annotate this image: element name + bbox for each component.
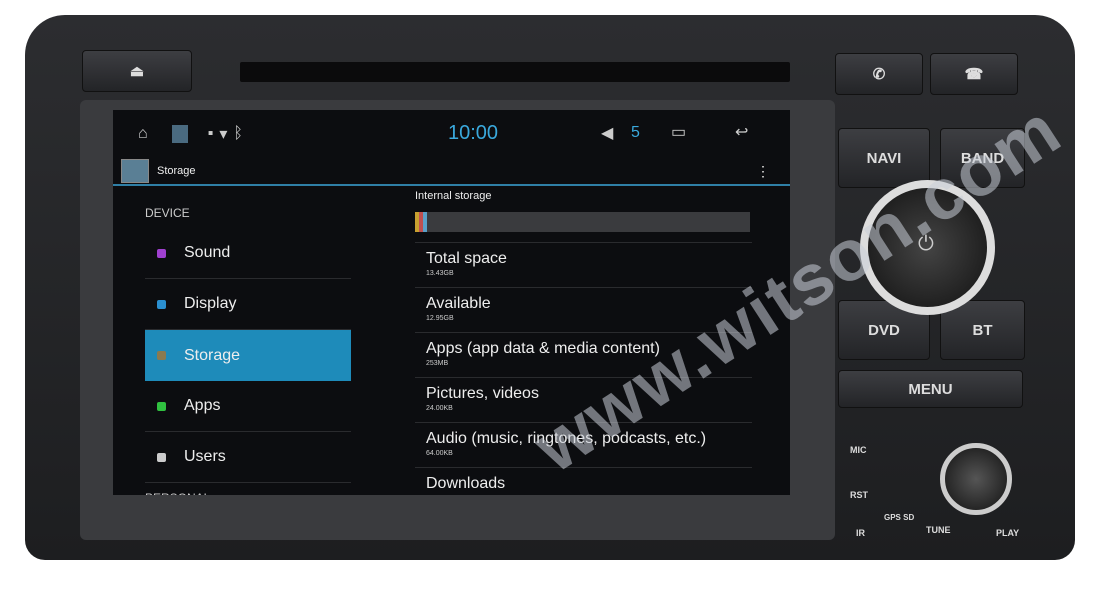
users-icon bbox=[157, 452, 166, 462]
row-title: Total space bbox=[426, 250, 507, 267]
sidebar-item-label: Sound bbox=[184, 244, 231, 261]
wifi-icon: ▾ bbox=[219, 126, 228, 143]
rst-label: RST bbox=[850, 490, 868, 500]
category-device: DEVICE bbox=[145, 206, 190, 220]
sidebar-item-sound[interactable]: Sound bbox=[145, 228, 351, 279]
usb-icon: ▪ bbox=[207, 125, 214, 142]
disc-slot bbox=[240, 62, 790, 82]
page-title: Storage bbox=[157, 165, 196, 177]
back-icon[interactable]: ↩ bbox=[735, 122, 748, 142]
sidebar-item-label: Storage bbox=[184, 346, 241, 364]
action-bar: Storage ⋮ bbox=[113, 158, 790, 186]
row-value: 13.43GB bbox=[426, 270, 454, 277]
android-screen: ⌂ ▪ ▾ ᛒ 10:00 ◀ 5 ▭ ↩ Storage ⋮ DEVICE S… bbox=[113, 110, 790, 495]
gallery-icon bbox=[171, 125, 188, 143]
storage-usage-bar bbox=[415, 212, 750, 232]
sidebar-item-label: Users bbox=[184, 448, 226, 465]
mic-label: MIC bbox=[850, 445, 867, 455]
storage-row[interactable]: Total space 13.43GB bbox=[415, 242, 752, 287]
tune-label: TUNE bbox=[926, 525, 951, 535]
usage-segment bbox=[422, 212, 427, 232]
sidebar-item-display[interactable]: Display bbox=[145, 279, 351, 330]
sidebar-item-storage[interactable]: Storage bbox=[145, 330, 351, 381]
status-bar: ⌂ ▪ ▾ ᛒ 10:00 ◀ 5 ▭ ↩ bbox=[113, 110, 790, 158]
eject-button[interactable]: ⏏ bbox=[82, 50, 192, 92]
sidebar-item-label: Display bbox=[184, 295, 237, 312]
display-icon bbox=[157, 299, 166, 309]
recent-apps-icon[interactable]: ▭ bbox=[671, 122, 686, 142]
storage-app-icon[interactable] bbox=[121, 159, 149, 183]
sidebar-item-label: Apps bbox=[184, 397, 221, 414]
phone-hangup-icon: ☎ bbox=[964, 66, 984, 83]
call-button[interactable]: ✆ bbox=[835, 53, 923, 95]
play-label: PLAY bbox=[996, 528, 1020, 538]
bluetooth-icon: ᛒ bbox=[233, 125, 243, 142]
ir-label: IR bbox=[856, 528, 865, 538]
tune-knob[interactable] bbox=[940, 443, 1012, 515]
volume-level: 5 bbox=[631, 124, 640, 141]
row-title: Downloads bbox=[426, 475, 506, 492]
eject-icon: ⏏ bbox=[129, 63, 145, 80]
sidebar-item-apps[interactable]: Apps bbox=[145, 381, 351, 432]
storage-icon bbox=[157, 351, 166, 360]
sound-icon bbox=[157, 248, 166, 258]
section-header: Internal storage bbox=[415, 190, 492, 202]
volume-icon[interactable]: ◀ bbox=[601, 123, 613, 143]
phone-call-icon: ✆ bbox=[872, 66, 886, 83]
gps-sd-label: GPS SD bbox=[884, 513, 915, 522]
overflow-menu-icon[interactable]: ⋮ bbox=[756, 163, 770, 180]
category-personal: PERSONAL bbox=[113, 483, 353, 495]
sidebar-item-users[interactable]: Users bbox=[145, 432, 351, 483]
settings-sidebar: DEVICE Sound Display Storage Apps Users PERS… bbox=[113, 188, 353, 495]
home-icon[interactable]: ⌂ bbox=[138, 125, 148, 143]
apps-icon bbox=[157, 401, 166, 411]
clock: 10:00 bbox=[448, 122, 499, 144]
hangup-button[interactable]: ☎ bbox=[930, 53, 1018, 95]
menu-button[interactable]: MENU bbox=[838, 370, 1023, 408]
